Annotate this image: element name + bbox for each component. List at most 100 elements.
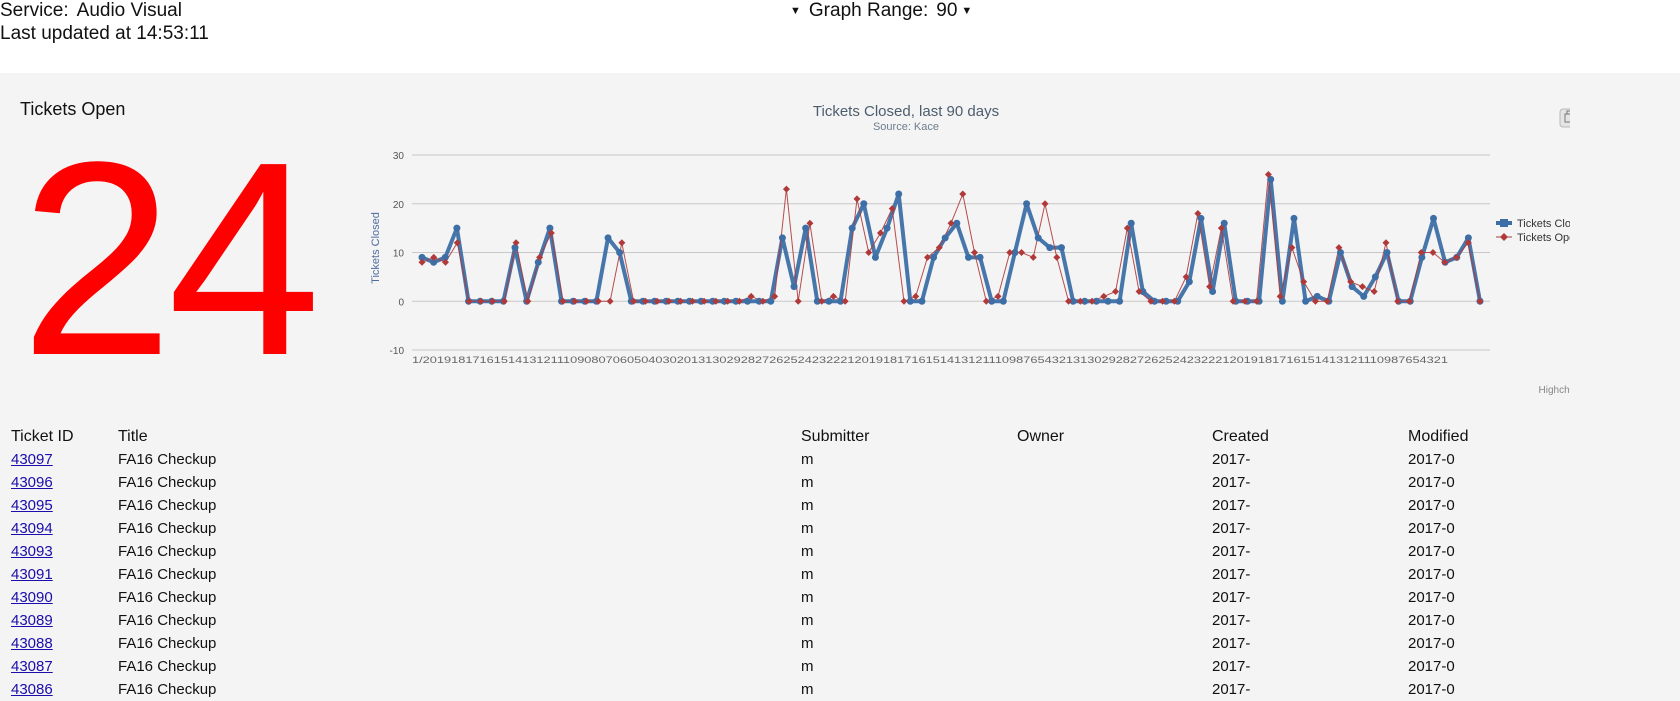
ticket-modified: 2017-0 [1408, 497, 1455, 514]
point-tickets-opened[interactable] [853, 195, 861, 203]
point-tickets-closed[interactable] [941, 234, 949, 242]
point-tickets-closed[interactable] [895, 190, 903, 198]
point-tickets-closed[interactable] [1034, 234, 1042, 242]
point-tickets-closed[interactable] [1116, 297, 1124, 305]
point-tickets-closed[interactable] [1371, 273, 1379, 281]
point-tickets-closed[interactable] [604, 234, 612, 242]
point-tickets-closed[interactable] [744, 297, 752, 305]
point-tickets-closed[interactable] [1023, 200, 1031, 208]
point-tickets-opened[interactable] [794, 297, 802, 305]
point-tickets-closed[interactable] [906, 297, 914, 305]
highcharts-credit[interactable]: Highcharts.com [1539, 385, 1570, 396]
point-tickets-opened[interactable] [606, 297, 614, 305]
point-tickets-closed[interactable] [848, 224, 856, 232]
ticket-id-link[interactable]: 43095 [11, 494, 111, 517]
ticket-modified: 2017-0 [1408, 520, 1455, 537]
ticket-submitter: m [801, 497, 814, 514]
point-tickets-closed[interactable] [883, 224, 891, 232]
point-tickets-closed[interactable] [1290, 214, 1298, 222]
point-tickets-closed[interactable] [534, 258, 542, 266]
point-tickets-closed[interactable] [999, 297, 1007, 305]
point-tickets-opened[interactable] [1041, 200, 1049, 208]
point-tickets-opened[interactable] [618, 239, 626, 247]
print-button[interactable] [1559, 108, 1570, 128]
y-axis-ticks: 30 20 10 0 -10 [390, 151, 405, 357]
point-tickets-opened[interactable] [1053, 253, 1061, 261]
point-tickets-opened[interactable] [982, 297, 990, 305]
point-tickets-opened[interactable] [865, 249, 873, 256]
ticket-id-link[interactable]: 43087 [11, 655, 111, 678]
ticket-modified: 2017-0 [1408, 474, 1455, 491]
header-owner: Owner [1017, 428, 1065, 445]
point-tickets-opened[interactable] [1006, 249, 1014, 256]
ticket-id-link[interactable]: 43097 [11, 448, 111, 471]
point-tickets-closed[interactable] [976, 253, 984, 261]
ticket-modified: 2017-0 [1408, 451, 1455, 468]
point-tickets-opened[interactable] [994, 292, 1002, 300]
point-tickets-opened[interactable] [959, 190, 967, 198]
ticket-id-link[interactable]: 43090 [11, 586, 111, 609]
y-tick-label: 0 [398, 297, 404, 308]
legend-item-closed[interactable]: Tickets Closed [1496, 218, 1570, 230]
point-tickets-closed[interactable] [825, 297, 833, 305]
point-tickets-opened[interactable] [900, 297, 908, 305]
ticket-title: FA16 Checkup [118, 589, 217, 606]
point-tickets-opened[interactable] [971, 249, 979, 256]
point-tickets-opened[interactable] [1112, 288, 1120, 295]
point-tickets-closed[interactable] [767, 297, 775, 305]
point-tickets-opened[interactable] [1018, 249, 1026, 256]
point-tickets-opened[interactable] [782, 185, 790, 193]
ticket-id-link[interactable]: 43088 [11, 632, 111, 655]
ticket-submitter: m [801, 474, 814, 491]
point-tickets-opened[interactable] [1370, 288, 1378, 295]
point-tickets-closed[interactable] [1383, 249, 1391, 256]
ticket-id-link[interactable]: 43096 [11, 471, 111, 494]
dropdown-arrow-icon[interactable]: ▼ [790, 5, 801, 17]
chevron-down-icon[interactable]: ▼ [961, 5, 972, 17]
ticket-submitter: m [801, 543, 814, 560]
ticket-id-link[interactable]: 43091 [11, 563, 111, 586]
ticket-id-link[interactable]: 43089 [11, 609, 111, 632]
service-selector[interactable]: Service: Audio Visual [0, 0, 182, 22]
point-tickets-closed[interactable] [1360, 292, 1368, 300]
ticket-id-link[interactable]: 43086 [11, 678, 111, 701]
ticket-modified: 2017-0 [1408, 543, 1455, 560]
point-tickets-closed[interactable] [930, 253, 938, 261]
y-tick-label: 30 [393, 151, 405, 162]
point-tickets-opened[interactable] [1358, 283, 1366, 291]
point-tickets-closed[interactable] [1302, 297, 1310, 305]
ticket-created: 2017- [1212, 474, 1251, 491]
ticket-submitter: m [801, 589, 814, 606]
point-tickets-opened[interactable] [1382, 239, 1390, 247]
legend-item-opened[interactable]: Tickets Opened [1496, 232, 1570, 244]
point-tickets-closed[interactable] [1057, 244, 1065, 252]
point-tickets-closed[interactable] [964, 253, 972, 261]
chart-title: Tickets Closed, last 90 days [813, 103, 999, 120]
point-tickets-opened[interactable] [1029, 253, 1037, 261]
header-modified: Modified [1408, 428, 1469, 445]
service-value[interactable]: Audio Visual [77, 0, 182, 21]
point-tickets-closed[interactable] [453, 224, 461, 232]
point-tickets-closed[interactable] [1127, 219, 1135, 227]
graph-range-selector[interactable]: ▼ Graph Range: 90 ▼ [790, 0, 972, 22]
point-tickets-closed[interactable] [860, 200, 868, 208]
point-tickets-closed[interactable] [1046, 244, 1054, 252]
point-tickets-closed[interactable] [778, 234, 786, 242]
tickets-chart: Tickets Closed, last 90 days Source: Kac… [370, 103, 1570, 396]
ticket-created: 2017- [1212, 543, 1251, 560]
point-tickets-closed[interactable] [790, 283, 798, 291]
ticket-id-link[interactable]: 43094 [11, 517, 111, 540]
series-line-tickets-closed [421, 177, 1482, 304]
point-tickets-closed[interactable] [616, 249, 624, 256]
graph-range-value[interactable]: 90 [936, 0, 957, 21]
point-tickets-closed[interactable] [871, 253, 879, 261]
ticket-id-link[interactable]: 43093 [11, 540, 111, 563]
point-tickets-closed[interactable] [1429, 214, 1437, 222]
point-tickets-closed[interactable] [918, 297, 926, 305]
point-tickets-closed[interactable] [1104, 297, 1112, 305]
point-tickets-closed[interactable] [802, 224, 810, 232]
y-tick-label: 20 [393, 200, 405, 211]
ticket-title: FA16 Checkup [118, 497, 217, 514]
point-tickets-opened[interactable] [912, 292, 920, 300]
ticket-submitter: m [801, 520, 814, 537]
